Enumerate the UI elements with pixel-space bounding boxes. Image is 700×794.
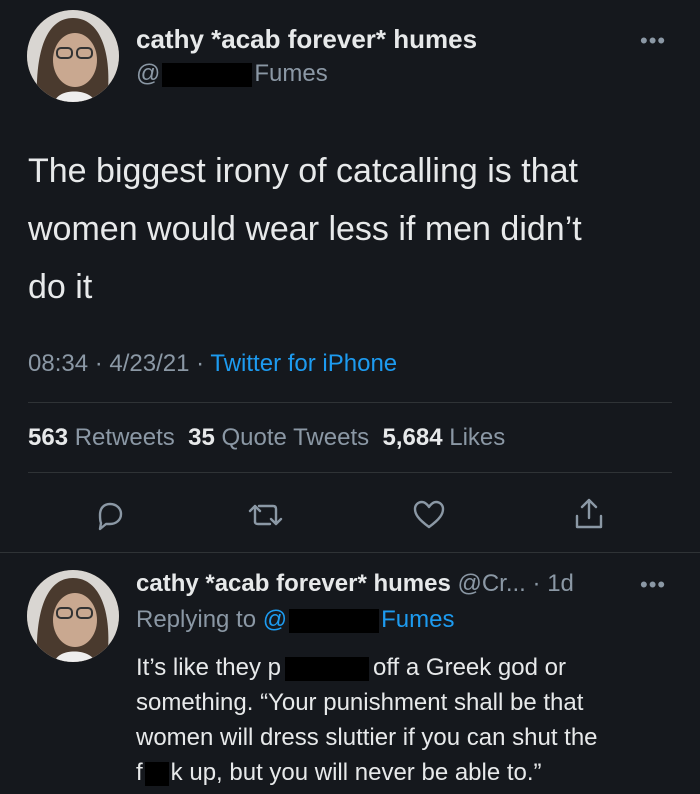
profile-photo: [27, 10, 119, 102]
avatar[interactable]: [27, 10, 119, 102]
likes-count: 5,684: [382, 424, 443, 451]
tweet-meta: 08:34 · 4/23/21 · Twitter for iPhone: [28, 350, 397, 378]
reply-text-fragment: k up, but you will never be able to.”: [170, 759, 542, 786]
tweet-time[interactable]: 08:34: [28, 350, 88, 377]
reply-age: · 1d: [532, 570, 574, 597]
redaction-bar: [289, 608, 380, 633]
retweets-stat[interactable]: 563 Retweets: [28, 424, 175, 451]
replying-to: Replying to @ Fumes: [136, 606, 454, 634]
tweet-text-line: do it: [28, 268, 93, 306]
redaction-bar: [284, 656, 369, 681]
reply-avatar[interactable]: [27, 570, 119, 662]
handle-suffix: Fumes: [254, 60, 328, 87]
like-icon[interactable]: [412, 498, 446, 532]
retweets-count: 563: [28, 424, 69, 451]
redaction-bar: [162, 62, 253, 87]
separator: ·: [196, 350, 205, 377]
reply-display-name[interactable]: cathy *acab forever* humes: [136, 570, 451, 597]
reply-more-options-icon[interactable]: •••: [640, 572, 666, 598]
quotes-label: Quote Tweets: [221, 424, 370, 451]
replying-to-prefix: @: [262, 606, 288, 633]
reply-text-fragment: f: [136, 759, 143, 786]
retweet-icon[interactable]: [246, 498, 286, 532]
reply-text-fragment: off a Greek god or: [372, 654, 566, 681]
share-icon[interactable]: [572, 496, 606, 532]
divider: [28, 472, 672, 473]
reply-text-line: something. “Your punishment shall be tha…: [136, 689, 584, 716]
quotes-stat[interactable]: 35 Quote Tweets: [188, 424, 369, 451]
reply-text-line: f k up, but you will never be able to.”: [136, 755, 598, 790]
divider: [0, 552, 700, 553]
reply-text-fragment: It’s like they p: [136, 654, 281, 681]
separator: ·: [94, 350, 103, 377]
tweet-text: The biggest irony of catcalling is that …: [28, 142, 582, 316]
handle-prefix: @: [136, 60, 161, 87]
username[interactable]: @ Fumes: [136, 60, 328, 88]
likes-stat[interactable]: 5,684 Likes: [382, 424, 505, 451]
divider: [28, 402, 672, 403]
tweet-text-line: women would wear less if men didn’t: [28, 210, 582, 248]
tweet-stats: 563 Retweets 35 Quote Tweets 5,684 Likes: [28, 424, 505, 452]
redaction-bar: [144, 761, 169, 786]
tweet-text-line: The biggest irony of catcalling is that: [28, 152, 578, 190]
reply-text-line: It’s like they p off a Greek god or: [136, 650, 598, 685]
tweet-date[interactable]: 4/23/21: [109, 350, 189, 377]
retweets-label: Retweets: [74, 424, 175, 451]
replying-to-handle[interactable]: @ Fumes: [263, 606, 455, 633]
more-options-icon[interactable]: •••: [640, 28, 666, 54]
reply-handle[interactable]: @Cr...: [457, 570, 525, 597]
reply-text: It’s like they p off a Greek god or somet…: [136, 650, 598, 790]
profile-photo: [27, 570, 119, 662]
tweet-client-link[interactable]: Twitter for iPhone: [210, 350, 397, 377]
reply-header: cathy *acab forever* humes @Cr... · 1d: [136, 570, 574, 598]
reply-text-line: women will dress sluttier if you can shu…: [136, 724, 598, 751]
replying-to-label: Replying to: [136, 606, 257, 633]
likes-label: Likes: [449, 424, 506, 451]
reply-icon[interactable]: [92, 498, 126, 532]
replying-to-suffix: Fumes: [381, 606, 455, 633]
display-name[interactable]: cathy *acab forever* humes: [136, 24, 477, 55]
quotes-count: 35: [188, 424, 215, 451]
